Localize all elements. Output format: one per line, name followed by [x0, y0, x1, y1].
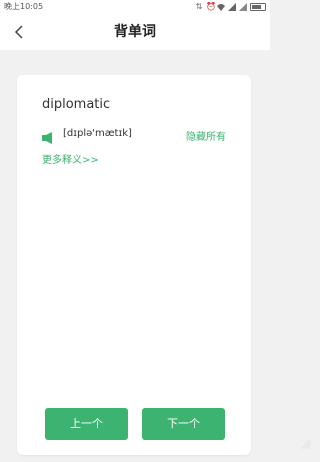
data-transfer-icon: ⇅: [195, 2, 203, 11]
nav-bar: 背单词: [0, 14, 270, 50]
status-icons: ⇅ ⏰: [195, 0, 266, 14]
wifi-icon: [217, 3, 225, 11]
word-text: diplomatic: [42, 97, 111, 112]
hide-all-button[interactable]: 隐藏所有: [186, 128, 226, 143]
speaker-icon: [42, 132, 52, 144]
signal-icon: [228, 3, 236, 11]
next-button[interactable]: 下一个: [142, 408, 225, 440]
alarm-icon: ⏰: [206, 2, 216, 11]
corner-mark-icon: ◢: [299, 435, 311, 451]
battery-icon: [250, 3, 266, 11]
phonetic-text: [dɪplə'mætɪk]: [63, 128, 132, 139]
signal-icon-2: [239, 3, 247, 11]
word-card: diplomatic [dɪplə'mætɪk] 隐藏所有 更多释义>> 上一个…: [17, 75, 251, 455]
status-time: 晚上10:05: [4, 2, 44, 11]
status-bar: 晚上10:05 ⇅ ⏰: [0, 0, 270, 14]
more-definitions-link[interactable]: 更多释义>>: [42, 151, 99, 166]
prev-button[interactable]: 上一个: [45, 408, 128, 440]
page-title: 背单词: [114, 24, 156, 40]
speaker-button[interactable]: [42, 129, 55, 144]
